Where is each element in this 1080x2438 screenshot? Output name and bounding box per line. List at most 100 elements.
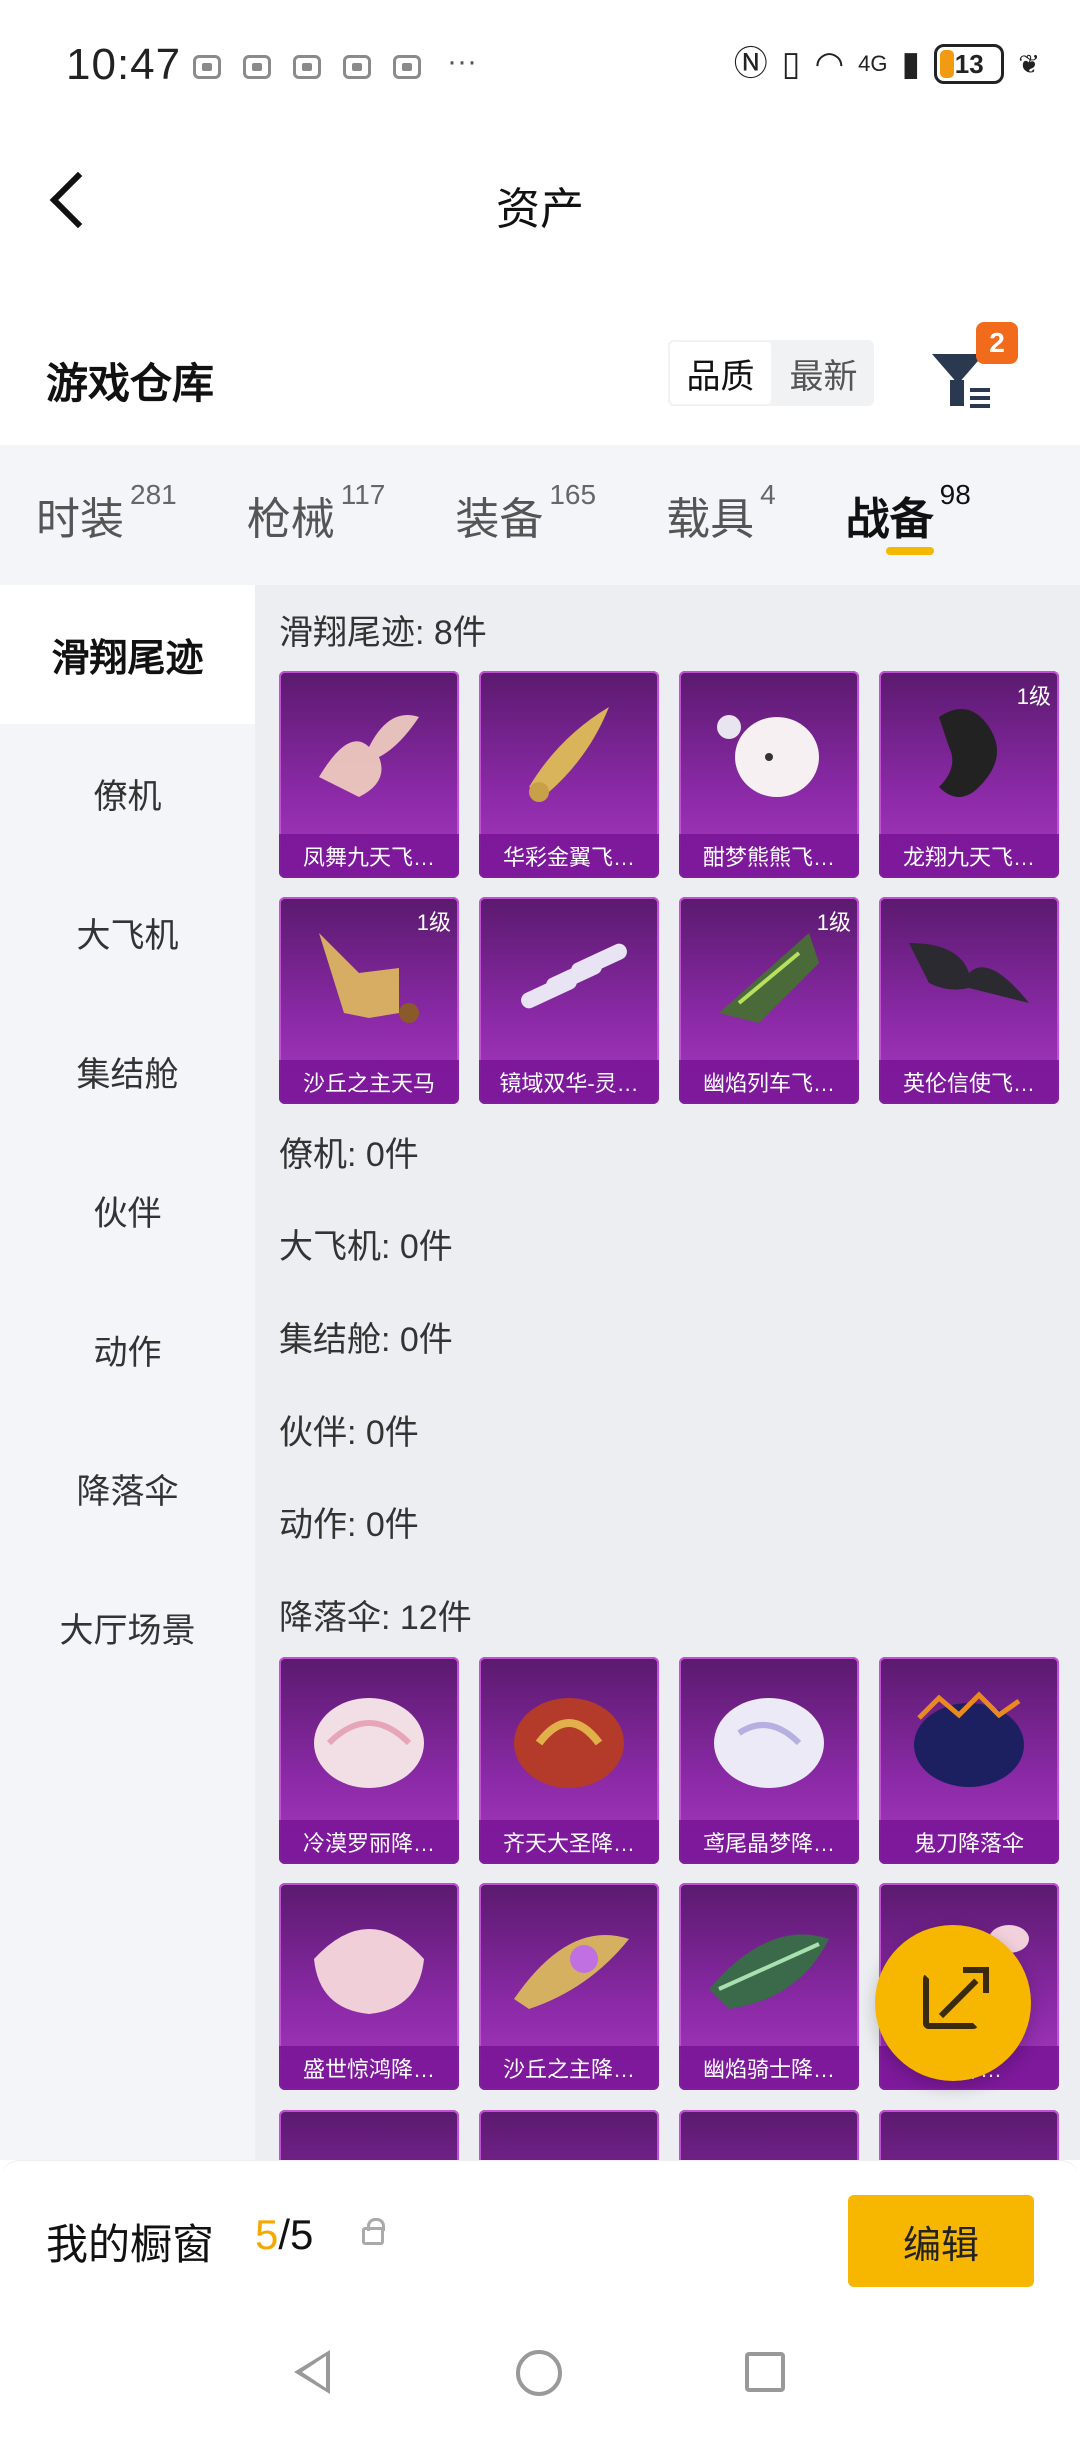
network-label: 4G (858, 51, 888, 76)
nav-back-icon[interactable] (294, 2350, 330, 2394)
section-title: 僚机: 0件 (279, 1136, 419, 1174)
warehouse-title: 游戏仓库 (46, 360, 215, 407)
tab-guns[interactable]: 枪械117 (247, 445, 386, 585)
status-time: 10:47 (66, 40, 182, 89)
notification-icon (193, 55, 221, 79)
item-art (529, 707, 609, 802)
item-card[interactable]: 酣梦熊熊飞… (679, 671, 859, 878)
sidebar-item-assembly-pod[interactable]: 集结舱 (0, 1002, 255, 1141)
item-art (909, 943, 1029, 1003)
item-card[interactable]: 1级 沙丘之主天马 (279, 897, 459, 1104)
section-title: 大飞机: 0件 (279, 1228, 453, 1266)
sidebar-item-parachute[interactable]: 降落伞 (0, 1419, 255, 1558)
item-card[interactable]: 齐天大圣降… (479, 1657, 659, 1864)
item-card[interactable]: 鸢尾晶梦降… (679, 1657, 859, 1864)
item-name: 酣梦熊熊飞… (679, 834, 859, 878)
item-card[interactable]: 凤舞九天飞… (279, 671, 459, 878)
sort-quality[interactable]: 品质 (668, 340, 773, 406)
page-title: 资产 (496, 185, 584, 234)
item-card[interactable]: 镜域双华-灵… (479, 897, 659, 1104)
tab-label: 装备 (455, 495, 544, 544)
leaf-icon: ❦ (1018, 49, 1040, 79)
sort-latest[interactable]: 最新 (773, 340, 874, 406)
section-title: 伙伴: 0件 (279, 1414, 419, 1452)
item-name: 鬼刀降落伞 (879, 1820, 1059, 1864)
item-art (314, 1929, 424, 2014)
item-art (521, 943, 627, 1009)
showcase-count: 5/5 (255, 2211, 313, 2259)
item-name: 沙丘之主天马 (279, 1060, 459, 1104)
tab-label: 枪械 (246, 495, 335, 544)
item-name: 华彩金翼飞… (479, 834, 659, 878)
item-name: 鸢尾晶梦降… (679, 1820, 859, 1864)
tab-count: 4 (760, 479, 776, 510)
status-bar: 10:47 ··· Ⓝ ▯ ◠ 4G ▮ 13 ❦ (0, 0, 1080, 135)
sidebar-item-emote[interactable]: 动作 (0, 1280, 255, 1419)
item-card[interactable]: 英伦信使飞… (879, 897, 1059, 1104)
item-card[interactable] (679, 2110, 859, 2160)
warehouse-row: 游戏仓库 品质 最新 2 (0, 300, 1080, 440)
item-name: 幽焰骑士降… (679, 2046, 859, 2090)
item-art (939, 709, 997, 797)
item-art (319, 715, 419, 797)
sidebar-item-wingman[interactable]: 僚机 (0, 724, 255, 863)
nfc-icon: Ⓝ (733, 45, 768, 83)
sidebar-item-big-plane[interactable]: 大飞机 (0, 863, 255, 1002)
showcase-label: 我的橱窗 (46, 2221, 215, 2268)
share-fab-button[interactable] (875, 1925, 1031, 2081)
tab-vehicles[interactable]: 载具4 (666, 445, 776, 585)
filter-button[interactable]: 2 (928, 322, 1018, 420)
section-title: 滑翔尾迹: 8件 (279, 614, 487, 652)
tab-count: 98 (939, 479, 971, 510)
tab-readiness[interactable]: 战备98 (846, 445, 971, 585)
sidebar: 滑翔尾迹 僚机 大飞机 集结舱 伙伴 动作 降落伞 大厅场景 (0, 585, 255, 2160)
item-name: 沙丘之主降… (479, 2046, 659, 2090)
item-card[interactable]: 幽焰骑士降… (679, 1883, 859, 2090)
notification-icon (243, 55, 271, 79)
nav-home-icon[interactable] (516, 2350, 562, 2396)
filter-badge: 2 (976, 322, 1018, 364)
item-card[interactable] (279, 2110, 459, 2160)
item-card[interactable]: 鬼刀降落伞 (879, 1657, 1059, 1864)
item-art (514, 1698, 624, 1788)
item-name: 冷漠罗丽降… (279, 1820, 459, 1864)
item-card[interactable] (479, 2110, 659, 2160)
item-name: 凤舞九天飞… (279, 834, 459, 878)
tab-equipment[interactable]: 装备165 (455, 445, 596, 585)
tab-label: 载具 (666, 495, 755, 544)
sidebar-item-glide-trail[interactable]: 滑翔尾迹 (0, 585, 255, 724)
item-card[interactable]: 盛世惊鸿降… (279, 1883, 459, 2090)
sidebar-item-lobby-scene[interactable]: 大厅场景 (0, 1558, 255, 1697)
item-name: 镜域双华-灵… (479, 1060, 659, 1104)
item-card[interactable]: 1级 龙翔九天飞… (879, 671, 1059, 878)
item-card[interactable]: 冷漠罗丽降… (279, 1657, 459, 1864)
active-tab-indicator (885, 547, 934, 555)
sidebar-item-partner[interactable]: 伙伴 (0, 1141, 255, 1280)
tab-count: 281 (130, 479, 177, 510)
tab-label: 战备 (845, 495, 934, 544)
item-art (314, 1698, 424, 1788)
item-art (719, 933, 819, 1023)
item-card[interactable]: 沙丘之主降… (479, 1883, 659, 2090)
tab-count: 117 (340, 479, 386, 510)
section-title: 降落伞: 12件 (279, 1599, 472, 1637)
item-list: 滑翔尾迹: 8件 凤舞九天飞… 华彩金翼飞… 酣梦熊熊飞… 1级 龙翔九天飞… … (255, 585, 1080, 2160)
item-art (914, 1691, 1024, 1787)
item-name: 幽焰列车飞… (679, 1060, 859, 1104)
tab-fashion[interactable]: 时装281 (36, 445, 177, 585)
item-name: 齐天大圣降… (479, 1820, 659, 1864)
wifi-icon: ◠ (814, 45, 845, 83)
tab-count: 165 (549, 479, 597, 510)
item-card[interactable]: 华彩金翼飞… (479, 671, 659, 878)
battery-level: 13 (954, 48, 984, 79)
item-card[interactable] (879, 2110, 1059, 2160)
signal-icon: ▮ (901, 45, 921, 83)
edit-button[interactable]: 编辑 (848, 2195, 1034, 2287)
item-art (514, 1935, 629, 2009)
showcase-total: /5 (278, 2211, 314, 2258)
battery-icon: 13 (934, 44, 1005, 84)
nav-recents-icon[interactable] (745, 2352, 785, 2392)
showcase-current: 5 (255, 2211, 279, 2258)
item-card[interactable]: 1级 幽焰列车飞… (679, 897, 859, 1104)
notification-icon (393, 55, 421, 79)
